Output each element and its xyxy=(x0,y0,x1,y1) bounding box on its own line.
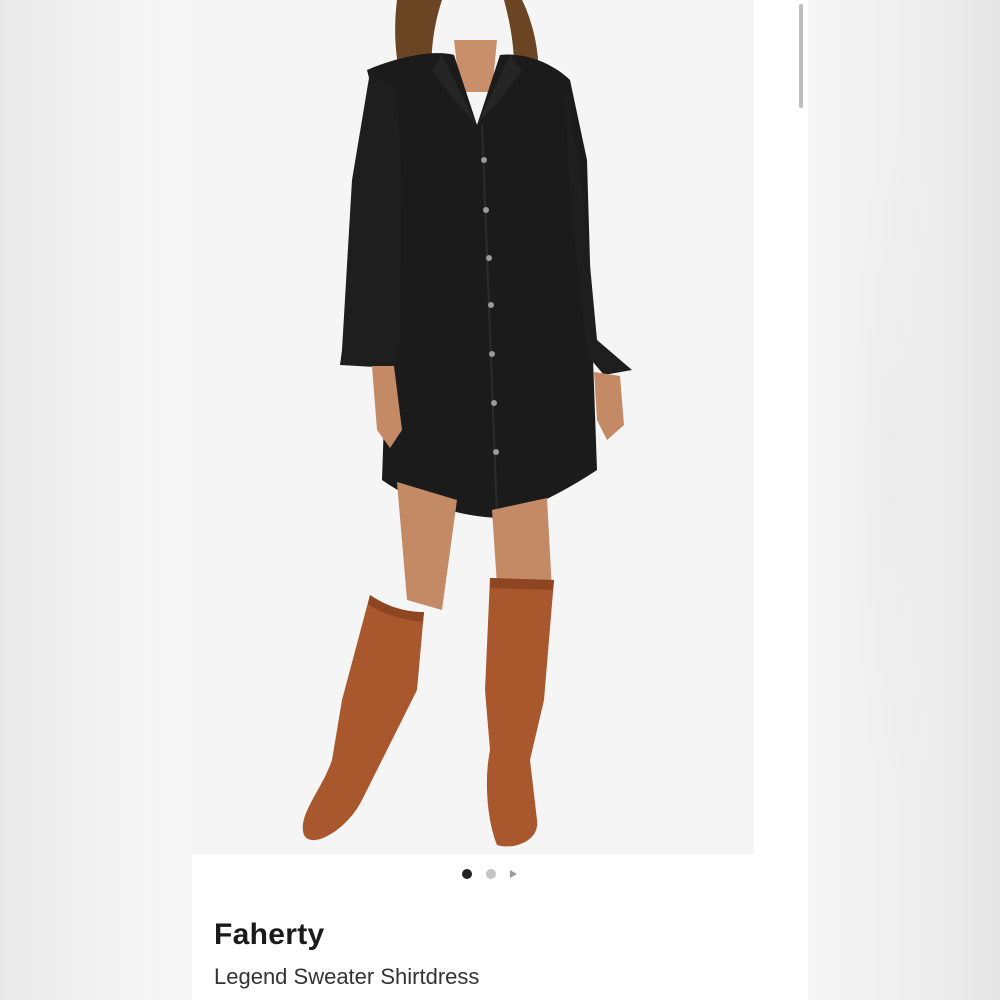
dress-body xyxy=(367,53,597,518)
product-brand[interactable]: Faherty xyxy=(214,918,324,952)
blurred-background-left xyxy=(0,0,192,1000)
gallery-pagination xyxy=(462,866,517,882)
gallery-dot-1[interactable] xyxy=(462,869,472,879)
product-card: Faherty Legend Sweater Shirtdress xyxy=(192,0,808,1000)
chevron-right-icon[interactable] xyxy=(510,870,517,878)
page: Faherty Legend Sweater Shirtdress xyxy=(0,0,1000,1000)
scrollbar-thumb[interactable] xyxy=(799,4,803,108)
blurred-shape xyxy=(838,120,958,820)
right-leg xyxy=(492,498,552,590)
gallery-dot-2[interactable] xyxy=(486,869,496,879)
product-photo-illustration xyxy=(192,0,754,854)
product-name[interactable]: Legend Sweater Shirtdress xyxy=(214,964,479,990)
blurred-background-right xyxy=(808,0,1000,1000)
scrollbar-track[interactable] xyxy=(788,0,808,854)
product-photo[interactable] xyxy=(192,0,754,854)
